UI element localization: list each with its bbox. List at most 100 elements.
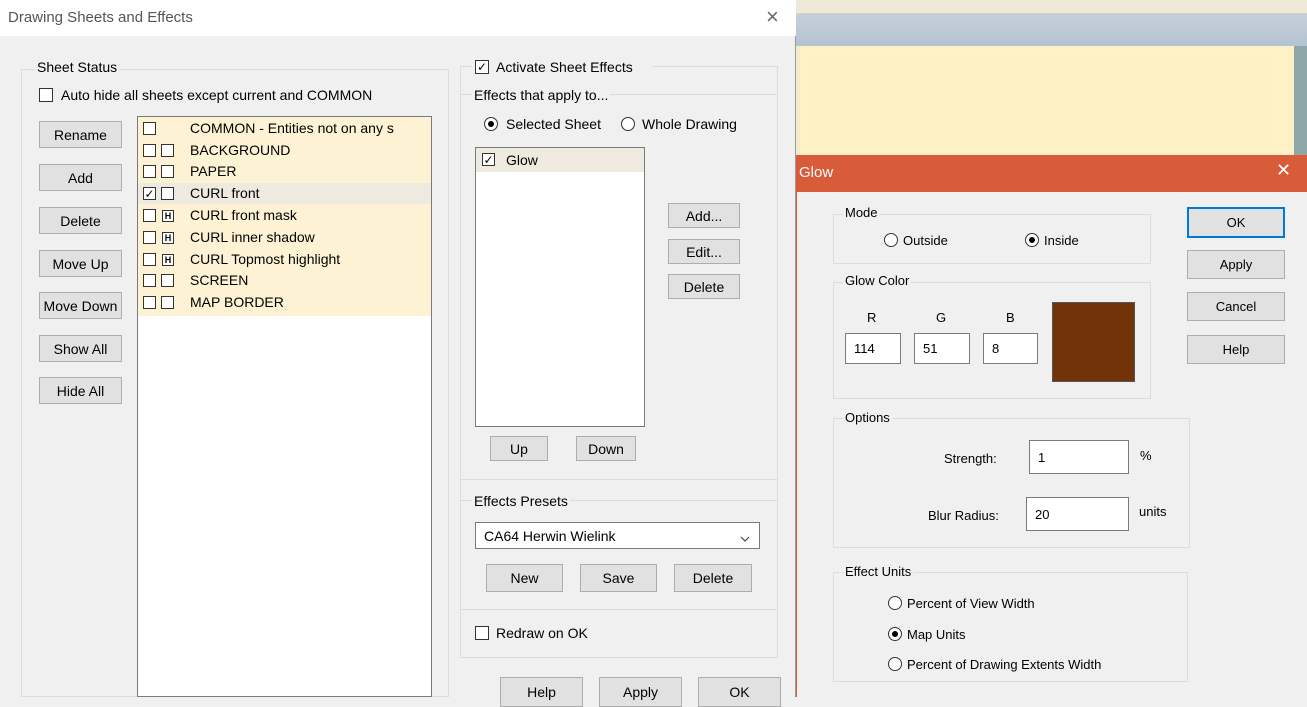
options-group <box>833 418 1190 548</box>
green-label: G <box>936 310 947 325</box>
sheet-name[interactable]: CURL front <box>190 185 260 201</box>
redraw-on-ok-checkbox[interactable] <box>475 626 489 640</box>
glow-apply-button[interactable]: Apply <box>1187 250 1285 279</box>
presets-select[interactable]: CA64 Herwin Wielink <box>475 522 760 549</box>
hidden-marker-icon[interactable]: H <box>162 254 174 266</box>
checkmark-icon: ✓ <box>483 152 494 167</box>
effects-apply-legend: Effects that apply to... <box>472 87 611 103</box>
sheet-name[interactable]: SCREEN <box>190 272 248 288</box>
outside-label: Outside <box>903 233 948 248</box>
options-legend: Options <box>843 410 892 425</box>
inside-radio[interactable] <box>1025 233 1039 247</box>
edit-effect-button[interactable]: Edit... <box>668 239 740 264</box>
selected-sheet-radio[interactable] <box>484 117 498 131</box>
sheet-name[interactable]: CURL front mask <box>190 207 297 223</box>
sheet-visible-checkbox[interactable] <box>143 231 156 244</box>
add-sheet-button[interactable]: Add <box>39 164 122 191</box>
inside-label: Inside <box>1044 233 1079 248</box>
sheet-hidden-checkbox[interactable] <box>161 144 174 157</box>
sheet-name[interactable]: CURL Topmost highlight <box>190 251 340 267</box>
strength-unit: % <box>1140 448 1152 463</box>
effects-presets-legend: Effects Presets <box>472 493 570 509</box>
glow-cancel-button[interactable]: Cancel <box>1187 292 1285 321</box>
strength-label: Strength: <box>944 451 997 466</box>
move-up-button[interactable]: Move Up <box>39 250 122 277</box>
sheet-name[interactable]: COMMON - Entities not on any s <box>190 120 394 136</box>
glow-help-button[interactable]: Help <box>1187 335 1285 364</box>
glow-ok-button[interactable]: OK <box>1187 207 1285 238</box>
preset-save-button[interactable]: Save <box>580 564 657 592</box>
extents-width-radio[interactable] <box>888 657 902 671</box>
sheet-name[interactable]: BACKGROUND <box>190 142 290 158</box>
sheet-name[interactable]: CURL inner shadow <box>190 229 315 245</box>
sheet-visible-checkbox[interactable]: ✓ <box>143 187 156 200</box>
sheet-visible-checkbox[interactable] <box>143 274 156 287</box>
strength-input[interactable]: 1 <box>1029 440 1129 474</box>
checkmark-icon: ✓ <box>144 186 155 201</box>
checkmark-icon: ✓ <box>476 60 488 74</box>
glow-titlebar <box>796 155 1307 192</box>
green-input[interactable]: 51 <box>914 333 970 364</box>
auto-hide-label: Auto hide all sheets except current and … <box>61 87 373 103</box>
outside-radio[interactable] <box>884 233 898 247</box>
background-app-strip <box>795 0 1307 14</box>
blur-radius-unit: units <box>1139 504 1167 519</box>
rename-button[interactable]: Rename <box>39 121 122 148</box>
effect-enabled-checkbox[interactable]: ✓ <box>482 153 495 166</box>
effect-name[interactable]: Glow <box>506 152 538 168</box>
dialog-title: Drawing Sheets and Effects <box>8 9 193 26</box>
move-down-button[interactable]: Move Down <box>39 292 122 319</box>
red-label: R <box>867 310 877 325</box>
whole-drawing-label: Whole Drawing <box>642 116 737 132</box>
sheet-visible-checkbox[interactable] <box>143 253 156 266</box>
show-all-button[interactable]: Show All <box>39 335 122 362</box>
effects-presets-group <box>460 500 778 610</box>
effect-up-button[interactable]: Up <box>490 436 548 461</box>
view-width-radio[interactable] <box>888 596 902 610</box>
blue-input[interactable]: 8 <box>983 333 1038 364</box>
ok-button[interactable]: OK <box>698 677 781 707</box>
hide-all-button[interactable]: Hide All <box>39 377 122 404</box>
activate-effects-checkbox[interactable]: ✓ <box>475 60 489 74</box>
auto-hide-checkbox[interactable] <box>39 88 53 102</box>
map-units-radio[interactable] <box>888 627 902 641</box>
apply-button[interactable]: Apply <box>599 677 682 707</box>
sheet-hidden-checkbox[interactable] <box>161 187 174 200</box>
glow-title: Glow <box>799 164 834 181</box>
hidden-marker-icon[interactable]: H <box>162 210 174 222</box>
whole-drawing-radio[interactable] <box>621 117 635 131</box>
help-button[interactable]: Help <box>500 677 583 707</box>
delete-sheet-button[interactable]: Delete <box>39 207 122 234</box>
chevron-down-icon[interactable] <box>740 531 750 542</box>
close-icon[interactable]: ✕ <box>1276 161 1291 179</box>
sheet-visible-checkbox[interactable] <box>143 122 156 135</box>
sheet-name[interactable]: PAPER <box>190 163 236 179</box>
red-input[interactable]: 114 <box>845 333 901 364</box>
sheet-visible-checkbox[interactable] <box>143 296 156 309</box>
selected-sheet-label: Selected Sheet <box>506 116 601 132</box>
extents-width-label: Percent of Drawing Extents Width <box>907 657 1102 672</box>
hidden-marker-icon[interactable]: H <box>162 232 174 244</box>
close-icon[interactable]: × <box>766 6 779 28</box>
effect-down-button[interactable]: Down <box>576 436 636 461</box>
sheet-visible-checkbox[interactable] <box>143 144 156 157</box>
sheet-status-legend: Sheet Status <box>35 59 120 75</box>
sheet-visible-checkbox[interactable] <box>143 165 156 178</box>
preset-delete-button[interactable]: Delete <box>674 564 752 592</box>
activate-effects-label: Activate Sheet Effects <box>496 59 633 75</box>
sheet-hidden-checkbox[interactable] <box>161 165 174 178</box>
effect-units-legend: Effect Units <box>843 564 914 579</box>
blur-radius-input[interactable]: 20 <box>1026 497 1129 531</box>
blue-label: B <box>1006 310 1015 325</box>
sheet-visible-checkbox[interactable] <box>143 209 156 222</box>
effects-list-item[interactable] <box>476 148 644 172</box>
effects-list[interactable] <box>475 147 645 427</box>
sheet-hidden-checkbox[interactable] <box>161 274 174 287</box>
preset-new-button[interactable]: New <box>486 564 563 592</box>
glow-color-legend: Glow Color <box>843 273 912 288</box>
add-effect-button[interactable]: Add... <box>668 203 740 228</box>
glow-color-swatch[interactable] <box>1052 302 1135 382</box>
sheet-hidden-checkbox[interactable] <box>161 296 174 309</box>
sheet-name[interactable]: MAP BORDER <box>190 294 284 310</box>
delete-effect-button[interactable]: Delete <box>668 274 740 299</box>
